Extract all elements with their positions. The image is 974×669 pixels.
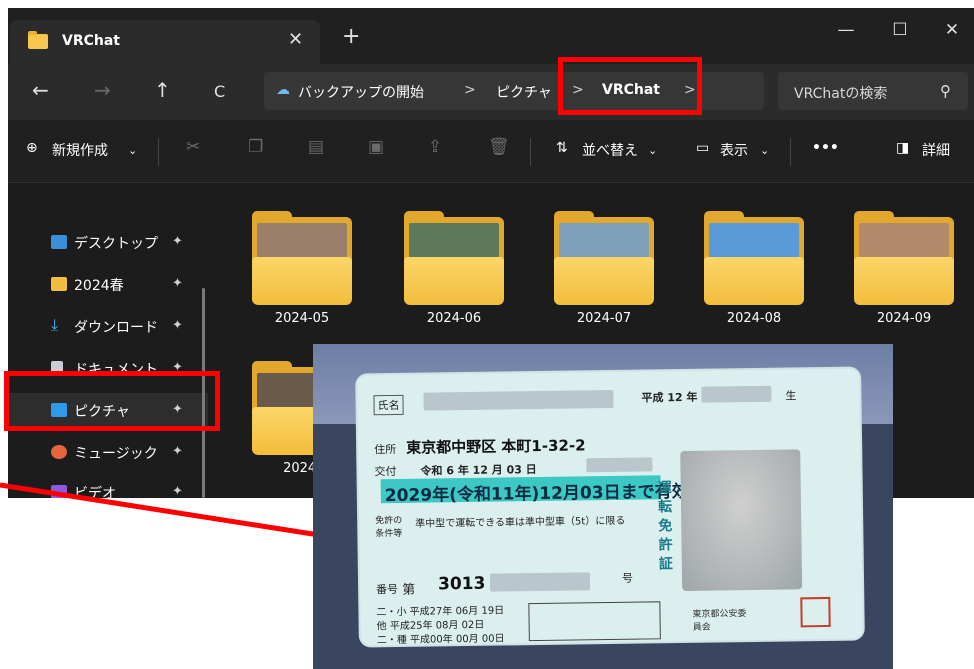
license-photo: 氏名 平成 12 年 生 住所 東京都中野区 本町1-32-2 交付 令和 6 … [313,344,893,669]
license-title-vertical: 運転免許証 [657,480,673,573]
condition-value: 準中型で運転できる車は準中型車（5t）に限る [415,515,626,530]
license-card: 氏名 平成 12 年 生 住所 東京都中野区 本町1-32-2 交付 令和 6 … [357,368,863,647]
redacted-name [423,389,614,411]
license-number: 3013 [437,573,486,595]
license-class-grid [528,601,661,642]
birth-year: 平成 12 年 [641,390,698,405]
condition-label: 免許の条件等 [375,515,403,540]
history-3: 二・種 平成00年 00月 00日 [376,633,505,647]
expiry-date: 2029年(令和11年)12月03日まで有効 [384,481,689,507]
redacted-photo [680,449,803,592]
address-label: 住所 [374,442,397,457]
issuer: 東京都公安委員会 [692,609,747,633]
redacted-license-number [489,572,591,592]
official-seal-icon [800,596,831,628]
redacted-birthdate [701,385,772,403]
expiry-band: 2029年(令和11年)12月03日まで有効 [380,475,689,506]
address-value: 東京都中野区 本町1-32-2 [406,436,586,457]
number-suffix: 号 [621,571,634,585]
birth-suffix: 生 [785,389,797,403]
redacted-issue-number [586,457,653,473]
number-prefix: 第 [402,582,416,598]
issue-date: 令和 6 年 12 月 03 日 [420,463,537,478]
number-label: 番号 [376,582,399,597]
issue-label: 交付 [374,464,397,479]
name-label: 氏名 [373,394,404,416]
